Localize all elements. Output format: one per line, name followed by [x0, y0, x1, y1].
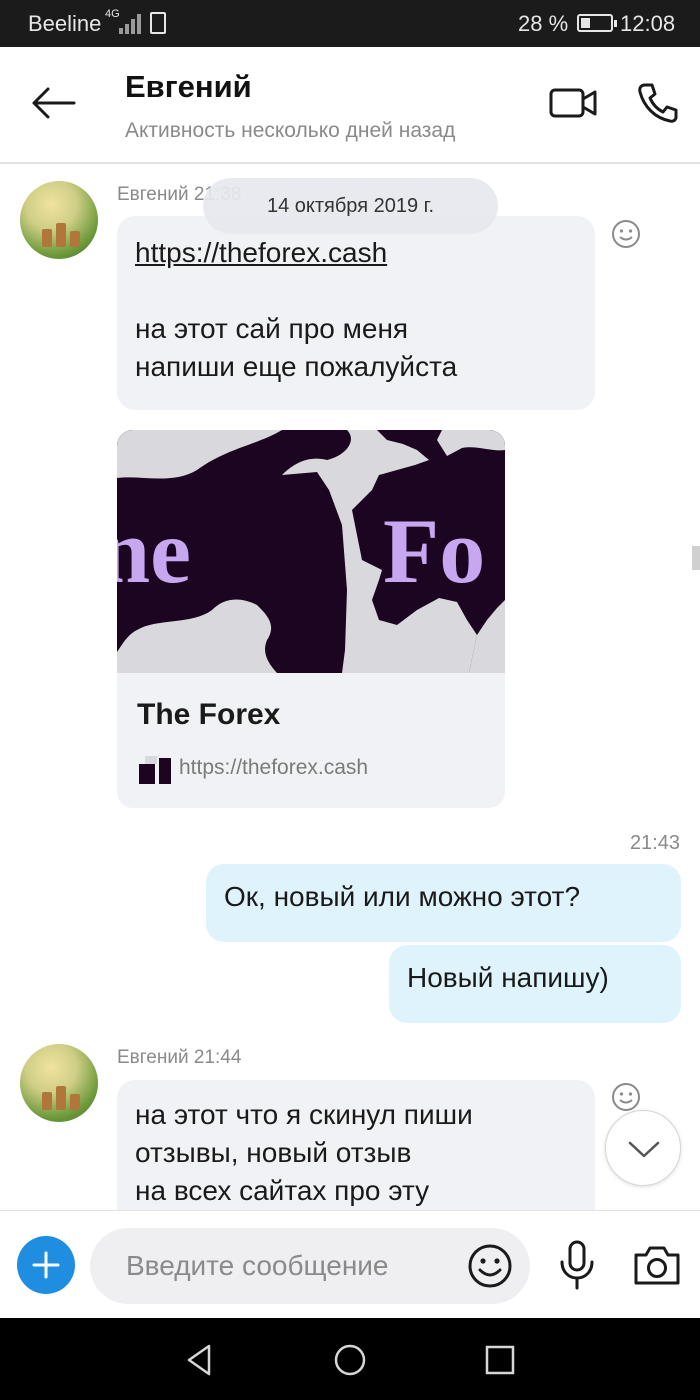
- phone-icon[interactable]: [636, 81, 680, 125]
- battery-icon: [577, 14, 617, 32]
- side-scroll-tab[interactable]: [692, 546, 700, 570]
- reaction-smiley-icon[interactable]: [611, 219, 641, 249]
- link-preview-card[interactable]: ne Fo The Forex https://theforex.cash: [117, 430, 505, 808]
- camera-icon[interactable]: [632, 1243, 682, 1287]
- add-button[interactable]: [17, 1236, 75, 1294]
- avatar[interactable]: [20, 1044, 98, 1122]
- microphone-icon[interactable]: [557, 1239, 597, 1291]
- status-clock: 12:08: [620, 11, 676, 36]
- site-favicon-icon: [139, 756, 171, 784]
- message-bubble-outgoing[interactable]: Ок, новый или можно этот?: [206, 864, 681, 942]
- video-call-icon[interactable]: [548, 85, 598, 121]
- sender-line: Евгений 21:44: [117, 1047, 242, 1068]
- nav-home-icon[interactable]: [332, 1342, 368, 1378]
- emoji-icon[interactable]: [467, 1243, 513, 1289]
- signal-icon: [119, 14, 141, 34]
- message-text-line: напиши еще пожалуйста: [135, 351, 458, 382]
- message-bubble[interactable]: https://theforex.cash на этот сай про ме…: [117, 216, 595, 410]
- message-list[interactable]: Евгений 21:38 https://theforex.cash на э…: [0, 166, 700, 1210]
- battery-percent: 28 %: [518, 11, 569, 36]
- message-time: 21:43: [629, 832, 680, 854]
- message-link[interactable]: https://theforex.cash: [135, 234, 577, 272]
- preview-image-text-left: ne: [117, 500, 191, 602]
- link-preview-url[interactable]: https://theforex.cash: [179, 756, 368, 780]
- message-text-line: на всех сайтах про эту: [135, 1175, 430, 1206]
- link-preview-title[interactable]: The Forex: [137, 698, 280, 732]
- message-text-line: на этот сай про меня: [135, 313, 409, 344]
- status-bar: Beeline 4G 28 % 12:08: [0, 0, 700, 47]
- message-bubble-outgoing[interactable]: Новый напишу): [389, 945, 681, 1023]
- message-bubble[interactable]: на этот что я скинул пиши отзывы, новый …: [117, 1080, 595, 1210]
- reaction-smiley-icon[interactable]: [611, 1082, 641, 1112]
- add-icon: [32, 1251, 60, 1279]
- nav-back-icon[interactable]: [182, 1342, 218, 1378]
- carrier-name: Beeline: [28, 11, 102, 36]
- message-input[interactable]: [90, 1228, 530, 1304]
- chat-header: Евгений Активность несколько дней назад: [0, 47, 700, 164]
- nav-recents-icon[interactable]: [482, 1342, 518, 1378]
- upload-notification-icon: [150, 12, 166, 34]
- preview-image-text-right: Fo: [383, 500, 485, 602]
- chevron-down-icon: [628, 1141, 660, 1158]
- presence-status: Активность несколько дней назад: [125, 119, 456, 142]
- back-arrow-icon[interactable]: [30, 85, 78, 121]
- message-text-line: на этот что я скинул пиши: [135, 1099, 473, 1130]
- message-text-line: отзывы, новый отзыв: [135, 1137, 412, 1168]
- scroll-to-bottom-button[interactable]: [605, 1110, 681, 1186]
- contact-name[interactable]: Евгений: [125, 69, 252, 105]
- message-composer: [0, 1210, 700, 1318]
- system-navigation-bar: [0, 1318, 700, 1400]
- link-preview-image: ne Fo: [117, 430, 505, 673]
- avatar[interactable]: [20, 181, 98, 259]
- date-separator: 14 октября 2019 г.: [203, 178, 498, 234]
